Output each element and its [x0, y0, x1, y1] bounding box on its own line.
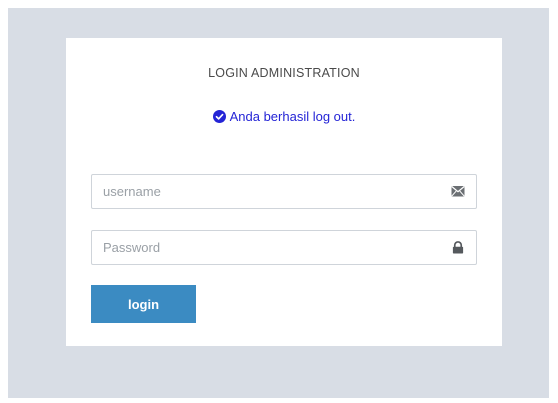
logout-success-alert: Anda berhasil log out. — [66, 109, 502, 124]
login-button[interactable]: login — [91, 285, 196, 323]
alert-message: Anda berhasil log out. — [229, 109, 356, 124]
username-input[interactable] — [92, 175, 432, 208]
password-input[interactable] — [92, 231, 432, 264]
password-field — [91, 230, 477, 265]
login-title: LOGIN ADMINISTRATION — [208, 66, 360, 80]
envelope-icon — [451, 186, 465, 197]
username-field — [91, 174, 477, 209]
page-background: LOGIN ADMINISTRATION Anda berhasil log o… — [8, 8, 549, 398]
login-card: LOGIN ADMINISTRATION Anda berhasil log o… — [66, 38, 502, 346]
lock-icon — [452, 241, 464, 254]
check-circle-icon — [212, 110, 226, 123]
